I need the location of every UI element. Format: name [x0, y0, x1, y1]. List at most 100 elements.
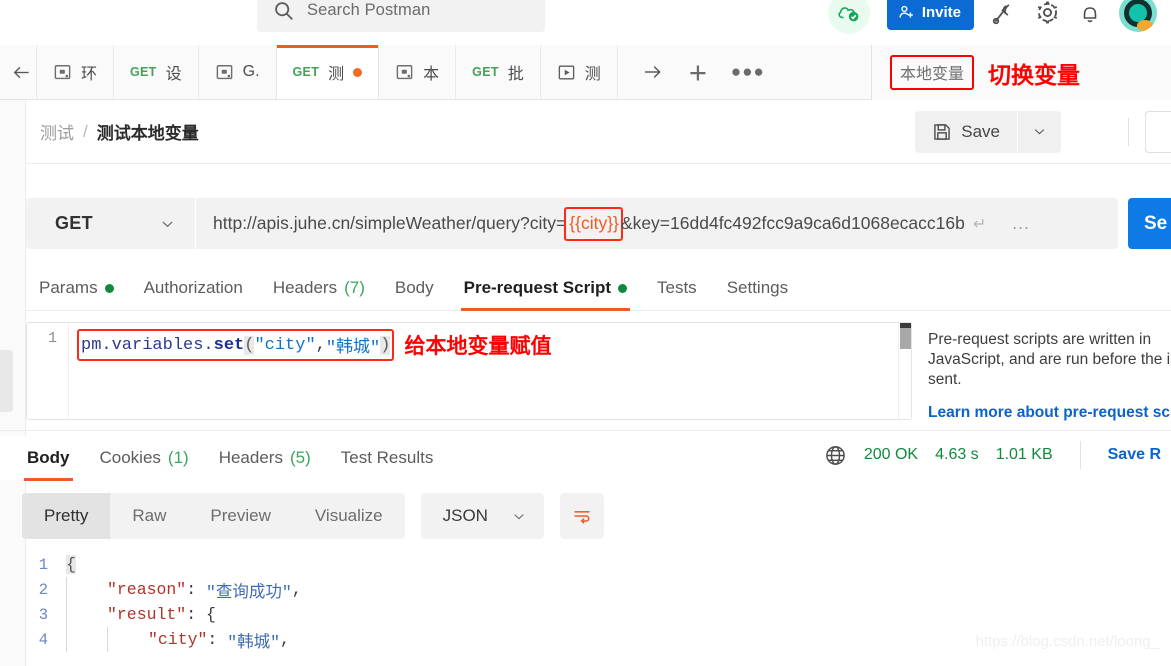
- tab-headers-label: Headers: [272, 278, 338, 297]
- environment-selector-area: 本地变量 切换变量: [871, 45, 1171, 100]
- view-mode-preview[interactable]: Preview: [188, 493, 292, 539]
- editor-line-number: 1: [47, 330, 57, 347]
- editor-scrollbar[interactable]: [898, 323, 911, 419]
- code-comma: ,: [315, 335, 326, 355]
- new-tab-plus-icon[interactable]: +: [689, 57, 707, 88]
- tab-settings-label: Settings: [726, 278, 789, 297]
- tab-body-label: Body: [394, 278, 434, 297]
- response-view-mode-group: Pretty Raw Preview Visualize: [22, 493, 405, 539]
- breadcrumb-collection[interactable]: 测试: [40, 119, 74, 144]
- http-method-select[interactable]: GET: [26, 198, 195, 249]
- avatar[interactable]: [1119, 0, 1157, 32]
- tab-pre-request-script-label: Pre-request Script: [463, 278, 611, 297]
- invite-button[interactable]: Invite: [886, 0, 974, 30]
- comments-button[interactable]: [1145, 110, 1171, 153]
- view-mode-visualize[interactable]: Visualize: [293, 493, 405, 539]
- json-line: 1 {: [26, 552, 1171, 577]
- save-button[interactable]: Save: [915, 110, 1017, 153]
- response-meta: 200 OK 4.63 s 1.01 KB Save R: [824, 441, 1171, 469]
- tab-params[interactable]: Params: [24, 278, 129, 310]
- tab-headers[interactable]: Headers (7): [258, 278, 380, 310]
- json-line-number: 2: [38, 580, 48, 599]
- sidebar-item-tab-3-active[interactable]: GET 测: [276, 45, 380, 99]
- breadcrumb-bar: 测试 / 测试本地变量 Save ellipsis-ic: [0, 100, 1171, 164]
- search-input[interactable]: Search Postman: [257, 0, 545, 32]
- save-response-button[interactable]: Save R: [1108, 446, 1161, 464]
- indent-guide: [66, 627, 67, 652]
- globe-icon[interactable]: [824, 444, 847, 467]
- view-mode-raw[interactable]: Raw: [110, 493, 188, 539]
- url-input[interactable]: http://apis.juhe.cn/simpleWeather/query?…: [196, 198, 1118, 249]
- json-value: {: [206, 605, 216, 624]
- search-icon: [273, 0, 294, 21]
- json-colon: :: [186, 605, 207, 624]
- invite-label: Invite: [921, 4, 961, 21]
- pre-request-script-editor[interactable]: 1 pm.variables. set("city", "韩城") 给本地变量赋值: [26, 322, 912, 420]
- indent-guide: [66, 602, 67, 627]
- learn-more-link[interactable]: Learn more about pre-request scr: [928, 403, 1171, 423]
- pre-request-help-panel: Pre-request scripts are written in JavaS…: [928, 330, 1171, 423]
- word-wrap-icon[interactable]: [559, 493, 604, 539]
- divider: [1079, 441, 1081, 469]
- satellite-icon[interactable]: [991, 0, 1017, 26]
- tab-method: GET: [292, 65, 320, 79]
- sidebar-item-tab-4[interactable]: 本: [379, 45, 457, 99]
- breadcrumb-actions: Save ellipsis-icon: [915, 110, 1171, 153]
- tab-label: 测: [328, 66, 345, 83]
- floppy-disk-icon: [932, 122, 952, 142]
- top-bar: Search Postman Invite: [0, 0, 1171, 45]
- json-colon: :: [186, 580, 207, 599]
- forward-arrow-icon[interactable]: [640, 62, 665, 82]
- tab-response-body[interactable]: Body: [12, 448, 85, 481]
- json-line-number: 3: [38, 605, 48, 624]
- url-overflow-ellipsis-icon[interactable]: ...: [1012, 213, 1030, 234]
- json-open-brace: {: [66, 555, 76, 574]
- response-divider: [0, 430, 1171, 431]
- tab-response-headers[interactable]: Headers (5): [204, 448, 326, 480]
- response-time: 4.63 s: [935, 446, 979, 463]
- sidebar-item-tab-0[interactable]: 环: [36, 45, 115, 99]
- json-key: "reason": [107, 580, 187, 599]
- tab-tests-label: Tests: [657, 278, 697, 297]
- tab-pre-request-script[interactable]: Pre-request Script: [449, 278, 642, 311]
- json-line-number: 4: [38, 630, 48, 649]
- sidebar-item-tab-6[interactable]: 测: [540, 45, 618, 99]
- tab-more-ellipsis-icon[interactable]: ●●●: [731, 62, 765, 82]
- save-dropdown-chevron-down-icon[interactable]: [1018, 110, 1061, 153]
- tab-settings[interactable]: Settings: [712, 278, 803, 310]
- code-highlight-box: pm.variables. set("city", "韩城"): [77, 329, 395, 361]
- sidebar-collapse-handle[interactable]: [0, 350, 13, 412]
- gear-icon[interactable]: [1034, 0, 1061, 26]
- chevron-down-icon: [158, 217, 177, 231]
- view-mode-pretty[interactable]: Pretty: [22, 493, 111, 539]
- collection-icon: [215, 63, 234, 82]
- sidebar-item-tab-1[interactable]: GET 设: [114, 45, 199, 99]
- sidebar-item-tab-2[interactable]: G.: [198, 45, 277, 99]
- divider: [1128, 117, 1129, 146]
- code-object: pm.variables.: [81, 335, 214, 355]
- response-format-select[interactable]: JSON: [420, 493, 544, 539]
- environment-selector[interactable]: 本地变量: [890, 55, 975, 90]
- tab-authorization[interactable]: Authorization: [129, 278, 258, 310]
- editor-code-area[interactable]: pm.variables. set("city", "韩城") 给本地变量赋值: [69, 323, 911, 419]
- tab-cookies-label: Cookies: [99, 448, 161, 467]
- sidebar-item-tab-5[interactable]: GET 批: [456, 45, 541, 99]
- json-key: "result": [107, 605, 187, 624]
- tab-tests[interactable]: Tests: [642, 278, 712, 310]
- code-open-paren: (: [244, 335, 255, 355]
- breadcrumb-request-title: 测试本地变量: [96, 124, 199, 143]
- tab-test-results-label: Test Results: [340, 448, 434, 467]
- send-button[interactable]: Se: [1128, 198, 1171, 249]
- tab-authorization-label: Authorization: [143, 278, 243, 297]
- tab-response-body-label: Body: [27, 448, 70, 467]
- params-modified-dot: [104, 283, 114, 293]
- cloud-sync-icon[interactable]: [827, 0, 870, 34]
- top-bar-actions: Invite: [827, 0, 1171, 35]
- tab-body[interactable]: Body: [380, 278, 449, 310]
- tab-label: 本: [423, 66, 440, 83]
- code-arg1: "city": [254, 335, 316, 355]
- tab-test-results[interactable]: Test Results: [326, 448, 449, 480]
- tab-scroll-back-button[interactable]: [0, 45, 36, 99]
- bell-icon[interactable]: [1078, 1, 1102, 25]
- tab-cookies[interactable]: Cookies (1): [85, 448, 204, 480]
